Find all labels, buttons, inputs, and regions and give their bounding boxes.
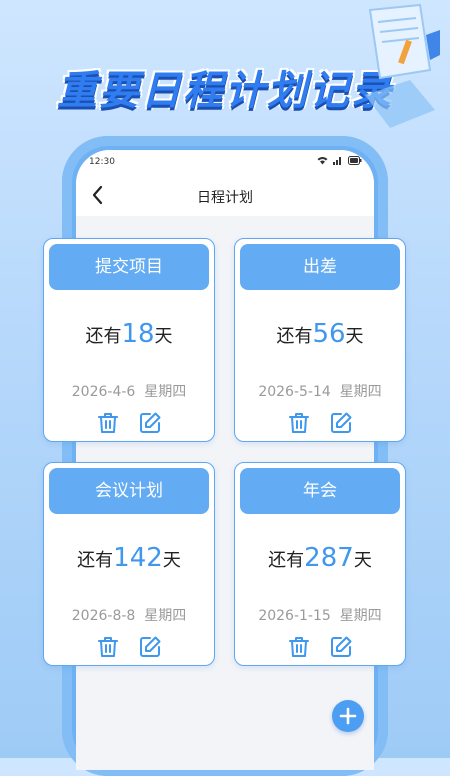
navigation-bar: 日程计划 — [76, 174, 374, 216]
trash-icon — [289, 637, 309, 657]
countdown-prefix: 还有 — [85, 326, 122, 347]
countdown: 还有287天 — [235, 543, 405, 573]
delete-button[interactable] — [96, 635, 120, 659]
page-title: 日程计划 — [197, 190, 253, 206]
countdown: 还有142天 — [44, 543, 214, 573]
weekday-value: 星期四 — [339, 608, 382, 624]
card-actions — [235, 635, 405, 659]
edit-icon — [140, 636, 161, 657]
countdown-suffix: 天 — [154, 326, 173, 347]
signal-icon — [333, 156, 343, 168]
card-date: 2026-4-6 星期四 — [44, 381, 214, 401]
delete-button[interactable] — [96, 411, 120, 435]
wifi-icon — [317, 156, 328, 168]
edit-button[interactable] — [329, 635, 353, 659]
date-value: 2026-5-14 — [258, 384, 331, 400]
schedule-card[interactable]: 出差 还有56天 2026-5-14 星期四 — [234, 238, 406, 442]
card-date: 2026-8-8 星期四 — [44, 605, 214, 625]
countdown: 还有18天 — [44, 319, 214, 349]
date-value: 2026-8-8 — [71, 608, 136, 624]
edit-icon — [331, 412, 352, 433]
edit-icon — [331, 636, 352, 657]
card-actions — [235, 411, 405, 435]
trash-icon — [289, 413, 309, 433]
schedule-card[interactable]: 提交项目 还有18天 2026-4-6 星期四 — [43, 238, 215, 442]
countdown-suffix: 天 — [345, 326, 364, 347]
status-icons — [317, 156, 362, 168]
document-illustration — [365, 3, 440, 128]
edit-button[interactable] — [138, 635, 162, 659]
card-title: 年会 — [240, 468, 400, 514]
delete-button[interactable] — [287, 635, 311, 659]
weekday-value: 星期四 — [144, 384, 187, 400]
countdown-days: 142 — [113, 543, 163, 573]
card-title: 提交项目 — [49, 244, 209, 290]
edit-button[interactable] — [138, 411, 162, 435]
countdown-days: 18 — [121, 319, 155, 349]
countdown-days: 56 — [312, 319, 346, 349]
countdown-prefix: 还有 — [77, 550, 114, 571]
countdown-days: 287 — [304, 543, 354, 573]
countdown-suffix: 天 — [162, 550, 181, 571]
edit-icon — [140, 412, 161, 433]
delete-button[interactable] — [287, 411, 311, 435]
countdown-suffix: 天 — [353, 550, 372, 571]
trash-icon — [98, 637, 118, 657]
trash-icon — [98, 413, 118, 433]
countdown-prefix: 还有 — [268, 550, 305, 571]
card-date: 2026-5-14 星期四 — [235, 381, 405, 401]
card-actions — [44, 635, 214, 659]
countdown: 还有56天 — [235, 319, 405, 349]
status-time: 12:30 — [89, 157, 115, 167]
weekday-value: 星期四 — [339, 384, 382, 400]
card-actions — [44, 411, 214, 435]
add-schedule-button[interactable] — [332, 700, 364, 732]
card-title: 出差 — [240, 244, 400, 290]
date-value: 2026-4-6 — [71, 384, 136, 400]
card-title: 会议计划 — [49, 468, 209, 514]
plus-icon — [339, 707, 357, 725]
countdown-prefix: 还有 — [276, 326, 313, 347]
schedule-card[interactable]: 会议计划 还有142天 2026-8-8 星期四 — [43, 462, 215, 666]
status-bar: 12:30 — [76, 150, 374, 174]
date-value: 2026-1-15 — [258, 608, 331, 624]
edit-button[interactable] — [329, 411, 353, 435]
battery-icon — [348, 156, 362, 168]
card-date: 2026-1-15 星期四 — [235, 605, 405, 625]
weekday-value: 星期四 — [144, 608, 187, 624]
schedule-card[interactable]: 年会 还有287天 2026-1-15 星期四 — [234, 462, 406, 666]
